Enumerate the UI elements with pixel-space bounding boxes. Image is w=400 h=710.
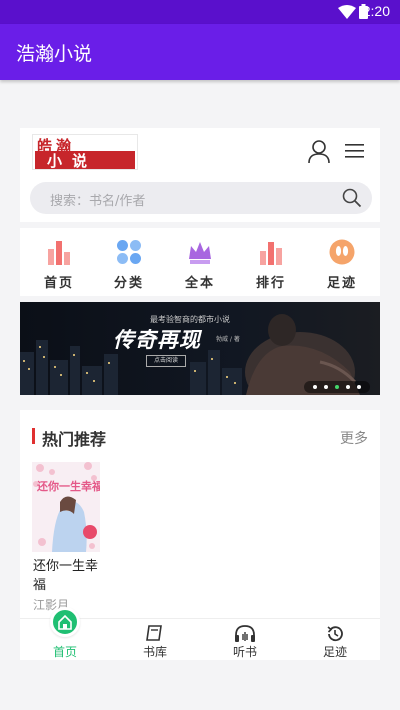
tab-home[interactable]: 首页 xyxy=(20,607,110,661)
book-cover-art: 还你一生幸福 xyxy=(32,462,100,552)
history-icon xyxy=(327,626,343,642)
nav-item-category[interactable]: 分类 xyxy=(92,228,164,296)
section-title: 热门推荐 xyxy=(42,430,107,449)
carousel-indicator xyxy=(304,381,370,393)
book-icon xyxy=(146,625,162,641)
carousel-dot[interactable] xyxy=(313,385,317,389)
site-logo[interactable]: 皓瀚 小说 xyxy=(32,134,138,170)
tab-audiobook[interactable]: 听书 xyxy=(200,619,290,661)
nav-label: 分类 xyxy=(113,276,144,291)
ranking-icon xyxy=(260,242,282,265)
tab-library[interactable]: 书库 xyxy=(110,619,200,661)
more-link[interactable]: 更多 xyxy=(340,428,368,448)
carousel-dot[interactable] xyxy=(346,385,350,389)
banner-headline: 传奇再现 xyxy=(113,328,201,352)
hot-recommend-section: 热门推荐 更多 还你一生幸福 还你一生幸福 江影月 xyxy=(20,410,380,620)
home-icon xyxy=(58,614,72,630)
tab-label: 听书 xyxy=(232,645,257,659)
logo-bottom-band: 小说 xyxy=(35,151,135,170)
nav-item-complete[interactable]: 全本 xyxy=(163,228,235,296)
nav-item-ranking[interactable]: 排行 xyxy=(234,228,306,296)
bar-chart-icon xyxy=(48,241,70,265)
carousel-dot[interactable] xyxy=(357,385,361,389)
crown-icon xyxy=(189,242,211,264)
user-icon[interactable] xyxy=(308,140,330,164)
home-tab-bubble xyxy=(50,607,80,637)
quick-nav: 首页 分类 全本 排行 足迹 xyxy=(20,228,380,296)
tab-label: 书库 xyxy=(142,645,167,659)
banner-author: 勃威 / 著 xyxy=(216,336,240,343)
wifi-icon xyxy=(338,5,356,19)
nav-label: 排行 xyxy=(255,276,286,291)
section-accent-bar xyxy=(32,428,35,444)
logo-bottom-text: 小说 xyxy=(47,152,98,170)
carousel-dot-active[interactable] xyxy=(335,385,339,389)
bottom-tab-bar: 首页 书库 听书 足迹 xyxy=(20,607,380,661)
carousel-dot[interactable] xyxy=(324,385,328,389)
tab-label: 足迹 xyxy=(322,645,347,659)
status-time: 2:20 xyxy=(362,3,390,19)
header-card: 皓瀚 小说 搜索：书名/作者 xyxy=(20,128,380,222)
promo-banner[interactable]: 最考验智商的都市小说 传奇再现 勃威 / 著 点击阅读 xyxy=(20,302,380,395)
nav-label: 足迹 xyxy=(326,276,357,291)
book-cover[interactable]: 还你一生幸福 xyxy=(32,462,100,552)
tab-history[interactable]: 足迹 xyxy=(290,619,380,661)
app-title: 浩瀚小说 xyxy=(16,43,93,65)
footprint-icon xyxy=(329,239,355,265)
app-bar: 浩瀚小说 xyxy=(0,24,400,80)
menu-icon[interactable] xyxy=(345,143,365,159)
search-placeholder: 搜索：书名/作者 xyxy=(50,194,146,209)
nav-label: 首页 xyxy=(43,276,74,291)
search-icon[interactable] xyxy=(342,188,362,208)
nav-item-home[interactable]: 首页 xyxy=(22,228,94,296)
search-bar[interactable]: 搜索：书名/作者 xyxy=(30,182,372,214)
cover-title: 还你一生幸福 xyxy=(36,479,100,493)
grid-dots-icon xyxy=(117,240,141,264)
book-title[interactable]: 还你一生幸福 xyxy=(33,557,109,595)
status-bar: 2:20 xyxy=(0,0,400,24)
banner-read-button[interactable]: 点击阅读 xyxy=(146,355,186,367)
nav-label: 全本 xyxy=(184,276,215,291)
nav-item-footprint[interactable]: 足迹 xyxy=(305,228,377,296)
tab-label: 首页 xyxy=(52,645,77,659)
headphones-icon xyxy=(235,625,255,642)
